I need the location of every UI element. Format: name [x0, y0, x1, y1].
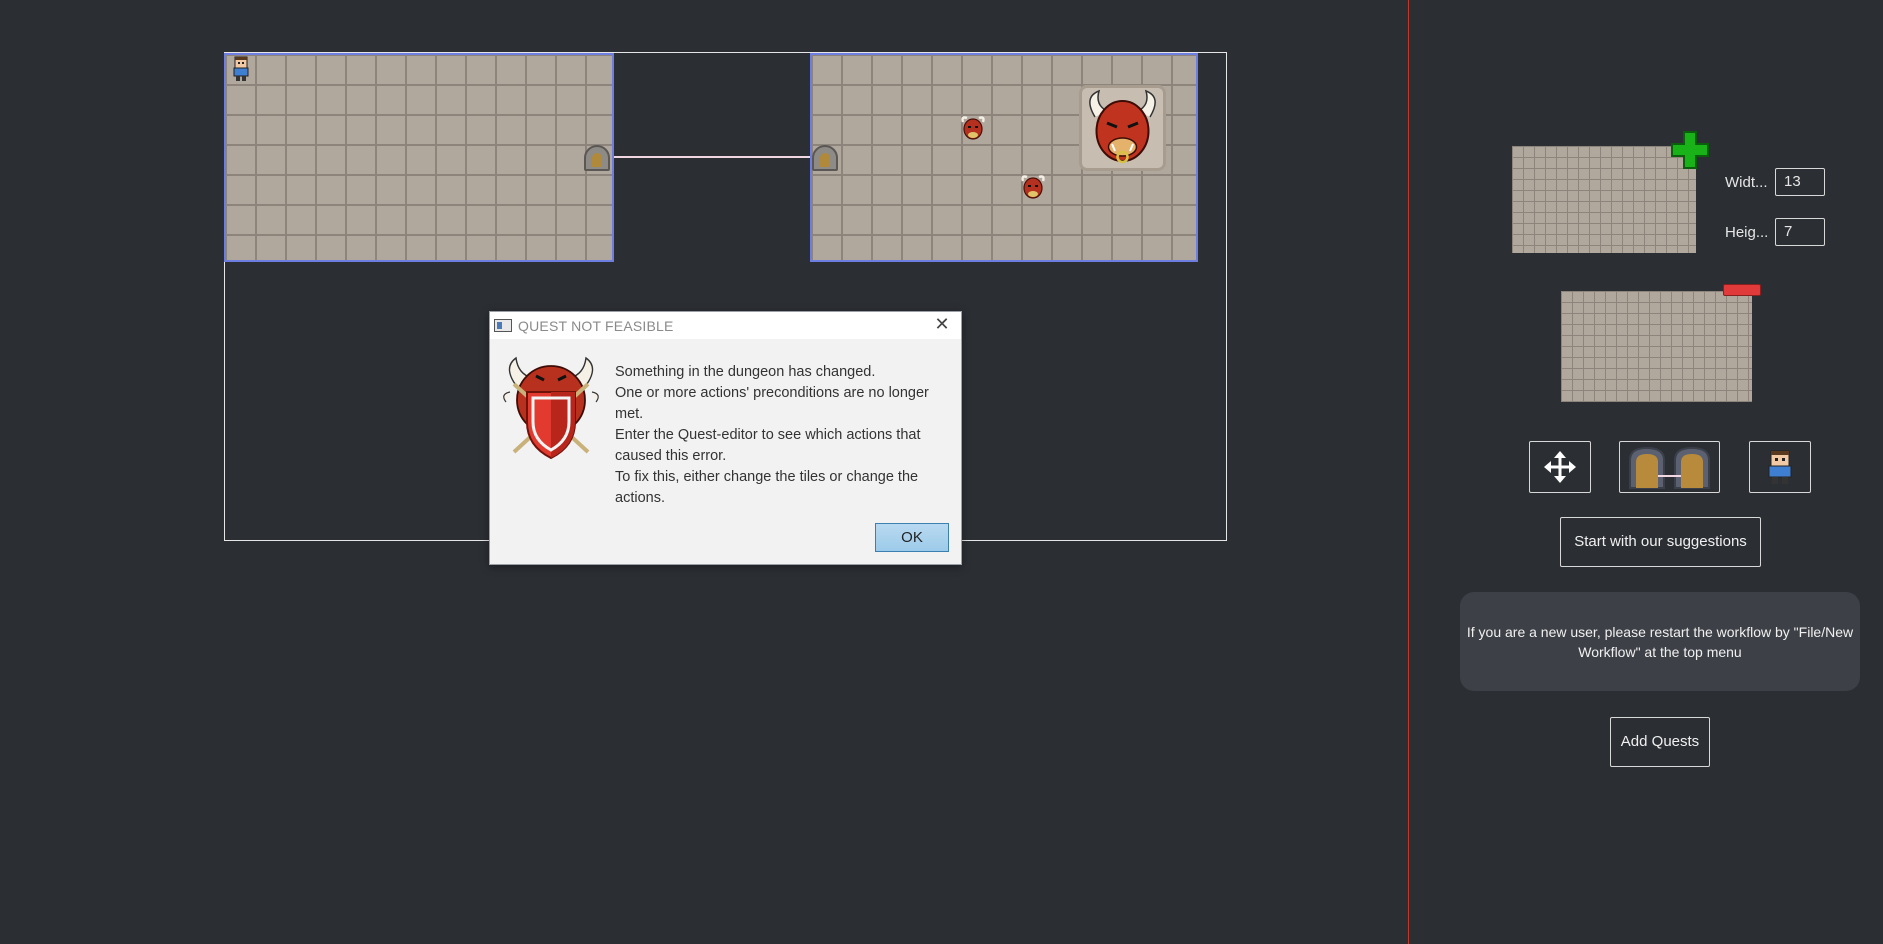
hero-icon[interactable]	[229, 56, 253, 82]
panel-divider	[1408, 0, 1409, 944]
height-label: Heig...	[1725, 224, 1769, 241]
width-label: Widt...	[1725, 174, 1768, 191]
message-line: One or more actions' preconditions are n…	[615, 385, 929, 422]
move-icon	[1544, 451, 1576, 483]
quest-not-feasible-dialog: QUEST NOT FEASIBLE ✕ Something in the du…	[489, 311, 962, 565]
move-tool-button[interactable]	[1529, 441, 1591, 493]
info-text: If you are a new user, please restart th…	[1466, 623, 1854, 660]
door-icon[interactable]	[584, 145, 610, 171]
dialog-message: Something in the dungeon has changed. On…	[615, 362, 950, 509]
add-room-preview[interactable]	[1512, 146, 1696, 253]
height-field[interactable]: 7	[1775, 218, 1825, 246]
minotaur-icon[interactable]	[959, 114, 987, 142]
message-line: Something in the dungeon has changed.	[615, 364, 876, 380]
close-icon[interactable]: ✕	[933, 316, 951, 334]
minotaur-shield-icon	[503, 356, 599, 460]
door-icon[interactable]	[812, 145, 838, 171]
message-line: Enter the Quest-editor to see which acti…	[615, 427, 921, 464]
minotaur-icon[interactable]	[1019, 173, 1047, 201]
dialog-titlebar[interactable]: QUEST NOT FEASIBLE ✕	[490, 312, 961, 339]
window-icon	[494, 319, 512, 332]
new-user-info: If you are a new user, please restart th…	[1460, 592, 1860, 691]
room-a[interactable]	[224, 53, 614, 262]
minotaur-boss-icon[interactable]	[1079, 85, 1166, 171]
remove-room-preview[interactable]	[1561, 291, 1752, 402]
red-minus-icon[interactable]	[1723, 284, 1761, 296]
dialog-title: QUEST NOT FEASIBLE	[518, 318, 674, 334]
connect-doors-button[interactable]	[1619, 441, 1720, 493]
message-line: To fix this, either change the tiles or …	[615, 469, 919, 506]
start-with-suggestions-button[interactable]: Start with our suggestions	[1560, 517, 1761, 567]
connect-doors-icon	[1629, 446, 1710, 489]
green-plus-icon[interactable]	[1670, 130, 1710, 170]
place-hero-button[interactable]	[1749, 441, 1811, 493]
width-field[interactable]: 13	[1775, 168, 1825, 196]
door-connection	[614, 156, 810, 158]
ok-button[interactable]: OK	[875, 523, 949, 552]
add-quests-button[interactable]: Add Quests	[1610, 717, 1710, 767]
hero-icon	[1768, 450, 1792, 484]
